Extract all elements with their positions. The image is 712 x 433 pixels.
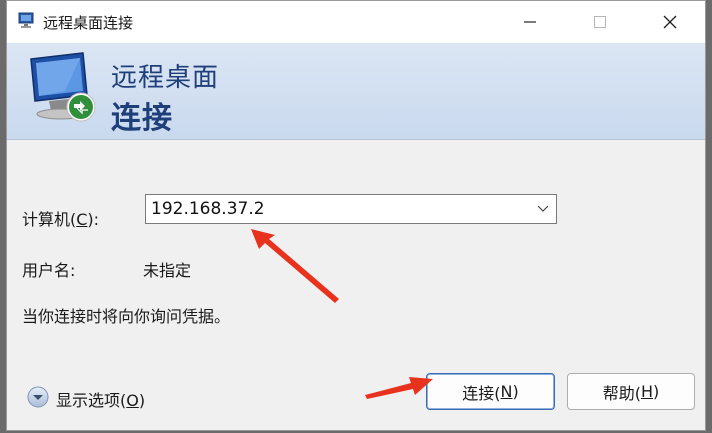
username-value: 未指定 — [143, 261, 192, 280]
connect-button-accesskey[interactable]: N — [501, 382, 513, 401]
minimize-button[interactable] — [495, 1, 565, 43]
computer-label-accesskey: C — [76, 210, 88, 229]
remote-desktop-monitor-icon — [30, 52, 96, 122]
annotation-arrow-to-connect-icon — [365, 377, 433, 399]
help-button-text[interactable]: 帮助( — [603, 380, 641, 404]
maximize-button[interactable] — [565, 1, 635, 43]
maximize-icon — [594, 16, 606, 28]
show-options-suffix[interactable]: ) — [139, 391, 145, 410]
connect-button-suffix[interactable]: ) — [512, 382, 518, 401]
computer-combobox[interactable]: 192.168.37.2 — [145, 194, 557, 224]
credentials-info-text: 当你连接时将向你询问凭据。 — [22, 307, 231, 326]
title-bar[interactable]: 远程桌面连接 — [7, 1, 705, 43]
header-banner: 远程桌面 连接 — [7, 43, 705, 140]
chevron-down-icon[interactable] — [536, 202, 550, 216]
show-options-link[interactable]: 显示选项(O) — [56, 387, 145, 411]
banner-title-line1: 远程桌面 — [111, 63, 220, 93]
computer-label: 计算机(C): — [22, 206, 99, 230]
annotation-arrow-to-field-icon — [251, 229, 339, 303]
connect-button-text[interactable]: 连接( — [462, 380, 500, 404]
help-button-accesskey[interactable]: H — [641, 382, 653, 401]
username-label: 用户名: — [22, 261, 76, 280]
show-options-text[interactable]: 显示选项( — [56, 391, 126, 410]
banner-title-line2: 连接 — [111, 101, 173, 136]
computer-label-text: 计算机( — [22, 210, 77, 229]
connect-button[interactable]: 连接(N) — [426, 373, 555, 410]
remote-desktop-window: 远程桌面连接 远程桌面 连接 计算机(C): 192.168.37.2 用户名:… — [6, 0, 706, 431]
help-button[interactable]: 帮助(H) — [567, 373, 695, 410]
close-button[interactable] — [635, 1, 705, 43]
help-button-suffix[interactable]: ) — [653, 382, 659, 401]
computer-label-suffix: ): — [87, 210, 100, 229]
computer-input-value[interactable]: 192.168.37.2 — [151, 199, 265, 219]
close-icon — [663, 15, 677, 29]
window-title: 远程桌面连接 — [43, 14, 134, 32]
show-options-accesskey[interactable]: O — [126, 391, 139, 410]
minimize-icon — [524, 21, 536, 23]
expand-options-icon[interactable] — [27, 386, 49, 408]
remote-desktop-icon — [18, 12, 34, 28]
